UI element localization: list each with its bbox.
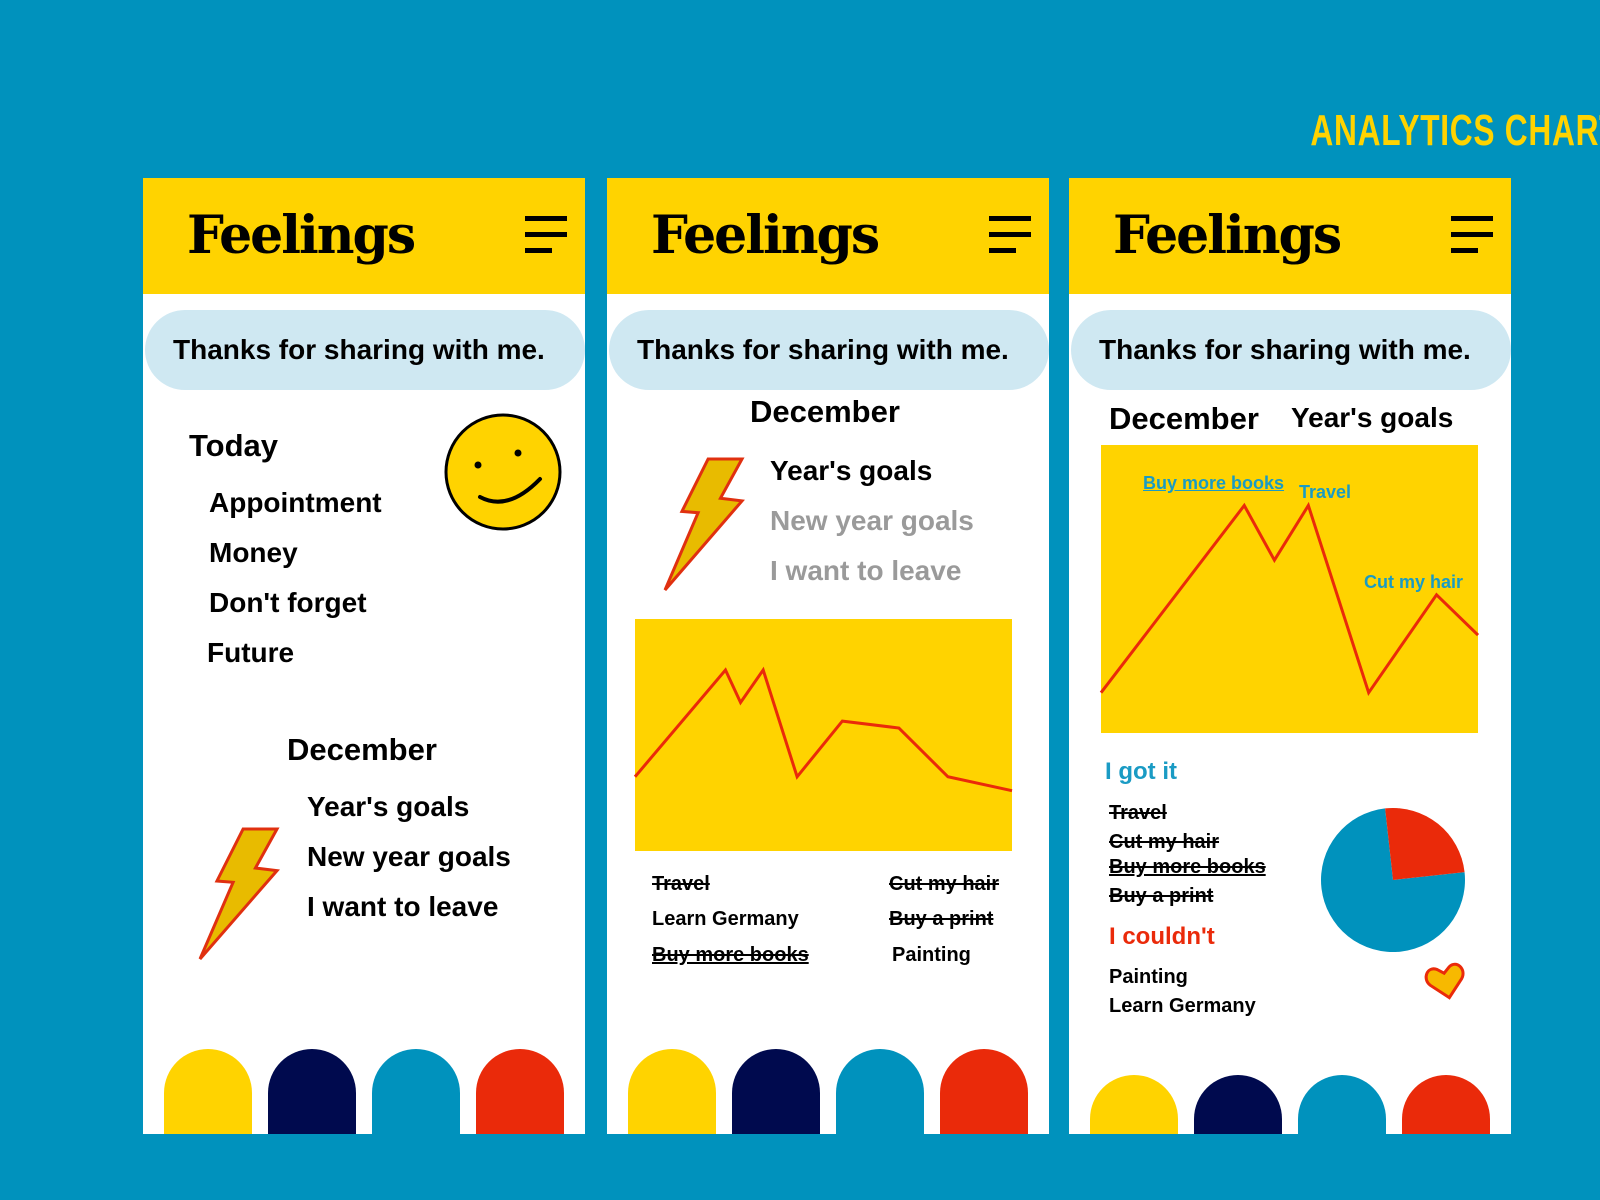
tab-blue[interactable]	[1298, 1075, 1386, 1134]
banner-text: Thanks for sharing with me.	[173, 334, 545, 365]
chart-annotation: Cut my hair	[1364, 572, 1464, 592]
lightning-bolt-icon	[200, 829, 277, 959]
hamburger-icon[interactable]	[1451, 216, 1495, 256]
month-item[interactable]: Year's goals	[307, 793, 469, 821]
month-item[interactable]: Year's goals	[770, 457, 932, 485]
goal-item[interactable]: Travel	[652, 874, 710, 894]
goal-item[interactable]: Buy more books	[652, 945, 809, 965]
month-item[interactable]: I want to leave	[307, 893, 498, 921]
today-heading: Today	[189, 428, 278, 463]
today-item[interactable]: Money	[209, 539, 298, 567]
app-header: Feelings	[607, 178, 1049, 294]
app-header: Feelings	[1069, 178, 1511, 294]
missed-item[interactable]: Learn Germany	[1109, 996, 1256, 1016]
line-chart	[633, 619, 1013, 851]
chart-annotation: Travel	[1299, 482, 1352, 502]
smiley-face-icon	[444, 413, 562, 531]
tab-yellow[interactable]	[164, 1049, 252, 1134]
tab-blue[interactable]	[836, 1049, 924, 1134]
hamburger-icon[interactable]	[989, 216, 1033, 256]
month-item[interactable]: New year goals	[307, 843, 511, 871]
tab-navy[interactable]	[268, 1049, 356, 1134]
missed-item[interactable]: Painting	[1109, 967, 1188, 987]
hamburger-icon[interactable]	[525, 216, 569, 256]
message-banner: Thanks for sharing with me.	[145, 310, 585, 390]
tab-yellow[interactable]	[628, 1049, 716, 1134]
screen-december: Feelings Thanks for sharing with me. Dec…	[607, 178, 1049, 1134]
app-logo: Feelings	[651, 205, 880, 266]
pie-slice	[1385, 808, 1465, 880]
month-item[interactable]: New year goals	[770, 507, 974, 535]
tab-yellow[interactable]	[1090, 1075, 1178, 1134]
today-item[interactable]: Appointment	[209, 489, 382, 517]
couldnt-heading: I couldn't	[1109, 923, 1215, 950]
message-banner: Thanks for sharing with me.	[1071, 310, 1511, 390]
tab-red[interactable]	[476, 1049, 564, 1134]
got-it-heading: I got it	[1105, 758, 1177, 785]
screen-today: Feelings Thanks for sharing with me. Tod…	[143, 178, 585, 1134]
message-banner: Thanks for sharing with me.	[609, 310, 1049, 390]
pie-chart	[1321, 808, 1465, 952]
month-heading: December	[287, 732, 437, 767]
done-item[interactable]: Cut my hair	[1109, 832, 1219, 852]
goal-item[interactable]: Cut my hair	[889, 874, 999, 894]
tab-red[interactable]	[940, 1049, 1028, 1134]
page-title: ANALYTICS CHART	[1310, 106, 1600, 155]
today-item[interactable]: Future	[207, 639, 294, 667]
goal-item[interactable]: Learn Germany	[652, 909, 799, 929]
tab-red[interactable]	[1402, 1075, 1490, 1134]
screen-goals: Feelings Thanks for sharing with me. Dec…	[1069, 178, 1511, 1134]
done-item[interactable]: Travel	[1109, 803, 1167, 823]
tab-navy[interactable]	[732, 1049, 820, 1134]
month-heading: December	[1109, 401, 1259, 436]
sub-heading: Year's goals	[1291, 402, 1454, 433]
chart-background	[635, 619, 1012, 851]
tab-navy[interactable]	[1194, 1075, 1282, 1134]
month-heading: December	[750, 394, 900, 429]
today-item[interactable]: Don't forget	[209, 589, 367, 617]
app-header: Feelings	[143, 178, 585, 294]
lightning-bolt-icon	[665, 459, 742, 590]
done-item[interactable]: Buy more books	[1109, 857, 1266, 877]
app-logo: Feelings	[187, 205, 416, 266]
heart-icon	[1424, 962, 1465, 1000]
banner-text: Thanks for sharing with me.	[1099, 334, 1471, 365]
goal-item[interactable]: Painting	[892, 945, 971, 965]
app-logo: Feelings	[1113, 205, 1342, 266]
goal-item[interactable]: Buy a print	[889, 909, 993, 929]
banner-text: Thanks for sharing with me.	[637, 334, 1009, 365]
chart-annotation: Buy more books	[1143, 473, 1285, 493]
tab-blue[interactable]	[372, 1049, 460, 1134]
done-item[interactable]: Buy a print	[1109, 886, 1213, 906]
month-item[interactable]: I want to leave	[770, 557, 961, 585]
